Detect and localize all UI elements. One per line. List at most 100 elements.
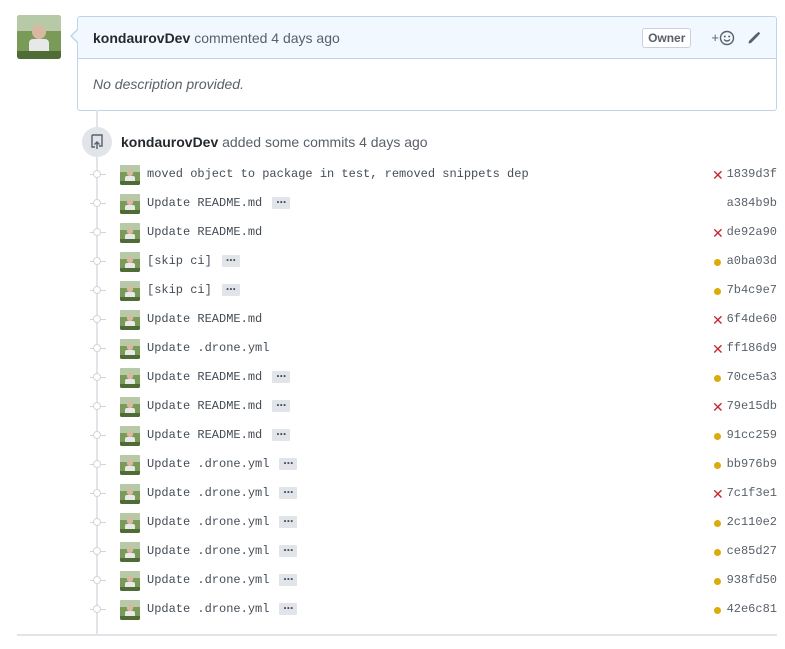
commit-author-avatar[interactable] [120, 571, 140, 591]
commit-author-avatar[interactable] [120, 194, 140, 214]
commit-author-avatar[interactable] [120, 513, 140, 533]
commit-author-avatar[interactable] [120, 397, 140, 417]
commit-author-avatar[interactable] [120, 281, 140, 301]
commit-node-icon [93, 605, 101, 613]
plus-label: + [711, 30, 719, 45]
commit-sha-link[interactable]: 42e6c81 [727, 602, 777, 616]
commit-row: moved object to package in test, removed… [0, 160, 785, 189]
commit-author-avatar[interactable] [120, 165, 140, 185]
add-reaction-button[interactable]: + [711, 30, 735, 46]
commit-sha-link[interactable]: 79e15db [727, 399, 777, 413]
commit-message-link[interactable]: [skip ci] [147, 283, 212, 297]
repo-push-icon [91, 134, 103, 149]
commit-message: Update README.md … [147, 399, 291, 413]
commit-row: Update .drone.yml … ✕ 7c1f3e1 [0, 479, 785, 508]
commit-sha-link[interactable]: 938fd50 [727, 573, 777, 587]
expand-commit-body-button[interactable]: … [279, 515, 298, 528]
commit-message-link[interactable]: moved object to package in test, removed… [147, 167, 529, 181]
build-failed-icon[interactable]: ✕ [712, 313, 724, 327]
expand-commit-body-button[interactable]: … [272, 428, 291, 441]
commit-message: Update .drone.yml … [147, 515, 298, 529]
commit-author-avatar[interactable] [120, 310, 140, 330]
commit-sha-link[interactable]: bb976b9 [727, 457, 777, 471]
commit-message: Update .drone.yml … [147, 602, 298, 616]
commit-author-avatar[interactable] [120, 426, 140, 446]
commit-node-icon [93, 576, 101, 584]
commit-message-link[interactable]: Update README.md [147, 225, 262, 239]
commit-message-link[interactable]: Update README.md [147, 312, 262, 326]
commit-author-avatar[interactable] [120, 455, 140, 475]
build-pending-icon[interactable] [712, 546, 724, 558]
commit-sha-link[interactable]: 91cc259 [727, 428, 777, 442]
event-author-link[interactable]: kondaurovDev [121, 134, 218, 150]
edit-comment-button[interactable] [747, 31, 761, 45]
commit-sha-link[interactable]: 2c110e2 [727, 515, 777, 529]
expand-commit-body-button[interactable]: … [279, 486, 298, 499]
expand-commit-body-button[interactable]: … [272, 196, 291, 209]
commit-message: Update .drone.yml [147, 341, 269, 355]
commit-sha-link[interactable]: 7b4c9e7 [727, 283, 777, 297]
avatar-image [17, 15, 61, 59]
commit-message-link[interactable]: Update README.md [147, 370, 262, 384]
commit-sha-link[interactable]: 1839d3f [727, 167, 777, 181]
expand-commit-body-button[interactable]: … [272, 399, 291, 412]
expand-commit-body-button[interactable]: … [279, 544, 298, 557]
commit-message-link[interactable]: Update README.md [147, 196, 262, 210]
commit-message-link[interactable]: Update README.md [147, 399, 262, 413]
comment-author-avatar[interactable] [17, 15, 61, 59]
commit-row: Update .drone.yml … 2c110e2 [0, 508, 785, 537]
commit-message-link[interactable]: Update .drone.yml [147, 515, 269, 529]
build-failed-icon[interactable]: ✕ [712, 400, 724, 414]
expand-commit-body-button[interactable]: … [221, 283, 240, 296]
commit-node-icon [93, 489, 101, 497]
commit-author-avatar[interactable] [120, 542, 140, 562]
commit-sha-link[interactable]: ff186d9 [727, 341, 777, 355]
commit-message-link[interactable]: Update .drone.yml [147, 602, 269, 616]
build-pending-icon[interactable] [712, 285, 724, 297]
commit-row: Update .drone.yml … bb976b9 [0, 450, 785, 479]
commit-author-avatar[interactable] [120, 600, 140, 620]
commit-sha-link[interactable]: 70ce5a3 [727, 370, 777, 384]
commit-message-link[interactable]: Update .drone.yml [147, 544, 269, 558]
commit-author-avatar[interactable] [120, 223, 140, 243]
build-failed-icon[interactable]: ✕ [712, 226, 724, 240]
comment-author-link[interactable]: kondaurovDev [93, 30, 190, 46]
commit-sha-link[interactable]: ce85d27 [727, 544, 777, 558]
commit-message: [skip ci] … [147, 283, 240, 297]
commit-message-link[interactable]: Update .drone.yml [147, 573, 269, 587]
build-pending-icon[interactable] [712, 459, 724, 471]
commit-message-link[interactable]: Update .drone.yml [147, 341, 269, 355]
commit-author-avatar[interactable] [120, 484, 140, 504]
expand-commit-body-button[interactable]: … [221, 254, 240, 267]
commit-message-link[interactable]: Update README.md [147, 428, 262, 442]
commit-message-link[interactable]: [skip ci] [147, 254, 212, 268]
expand-commit-body-button[interactable]: … [272, 370, 291, 383]
build-failed-icon[interactable]: ✕ [712, 168, 724, 182]
event-timestamp[interactable]: 4 days ago [359, 134, 428, 150]
commit-message: Update README.md [147, 312, 262, 326]
commit-sha-link[interactable]: 6f4de60 [727, 312, 777, 326]
commit-node-icon [93, 431, 101, 439]
build-pending-icon[interactable] [712, 256, 724, 268]
commit-row: Update README.md … a384b9b [0, 189, 785, 218]
commit-author-avatar[interactable] [120, 252, 140, 272]
build-failed-icon[interactable]: ✕ [712, 342, 724, 356]
commit-sha-link[interactable]: a0ba03d [727, 254, 777, 268]
build-pending-icon[interactable] [712, 575, 724, 587]
commit-sha-link[interactable]: de92a90 [727, 225, 777, 239]
build-pending-icon[interactable] [712, 430, 724, 442]
expand-commit-body-button[interactable]: … [279, 457, 298, 470]
commit-message-link[interactable]: Update .drone.yml [147, 486, 269, 500]
expand-commit-body-button[interactable]: … [279, 573, 298, 586]
commit-message-link[interactable]: Update .drone.yml [147, 457, 269, 471]
commit-author-avatar[interactable] [120, 339, 140, 359]
commit-author-avatar[interactable] [120, 368, 140, 388]
comment-timestamp[interactable]: 4 days ago [271, 30, 340, 46]
commit-sha-link[interactable]: a384b9b [727, 196, 777, 210]
build-pending-icon[interactable] [712, 604, 724, 616]
expand-commit-body-button[interactable]: … [279, 602, 298, 615]
commit-sha-link[interactable]: 7c1f3e1 [727, 486, 777, 500]
build-pending-icon[interactable] [712, 517, 724, 529]
build-pending-icon[interactable] [712, 372, 724, 384]
build-failed-icon[interactable]: ✕ [712, 487, 724, 501]
